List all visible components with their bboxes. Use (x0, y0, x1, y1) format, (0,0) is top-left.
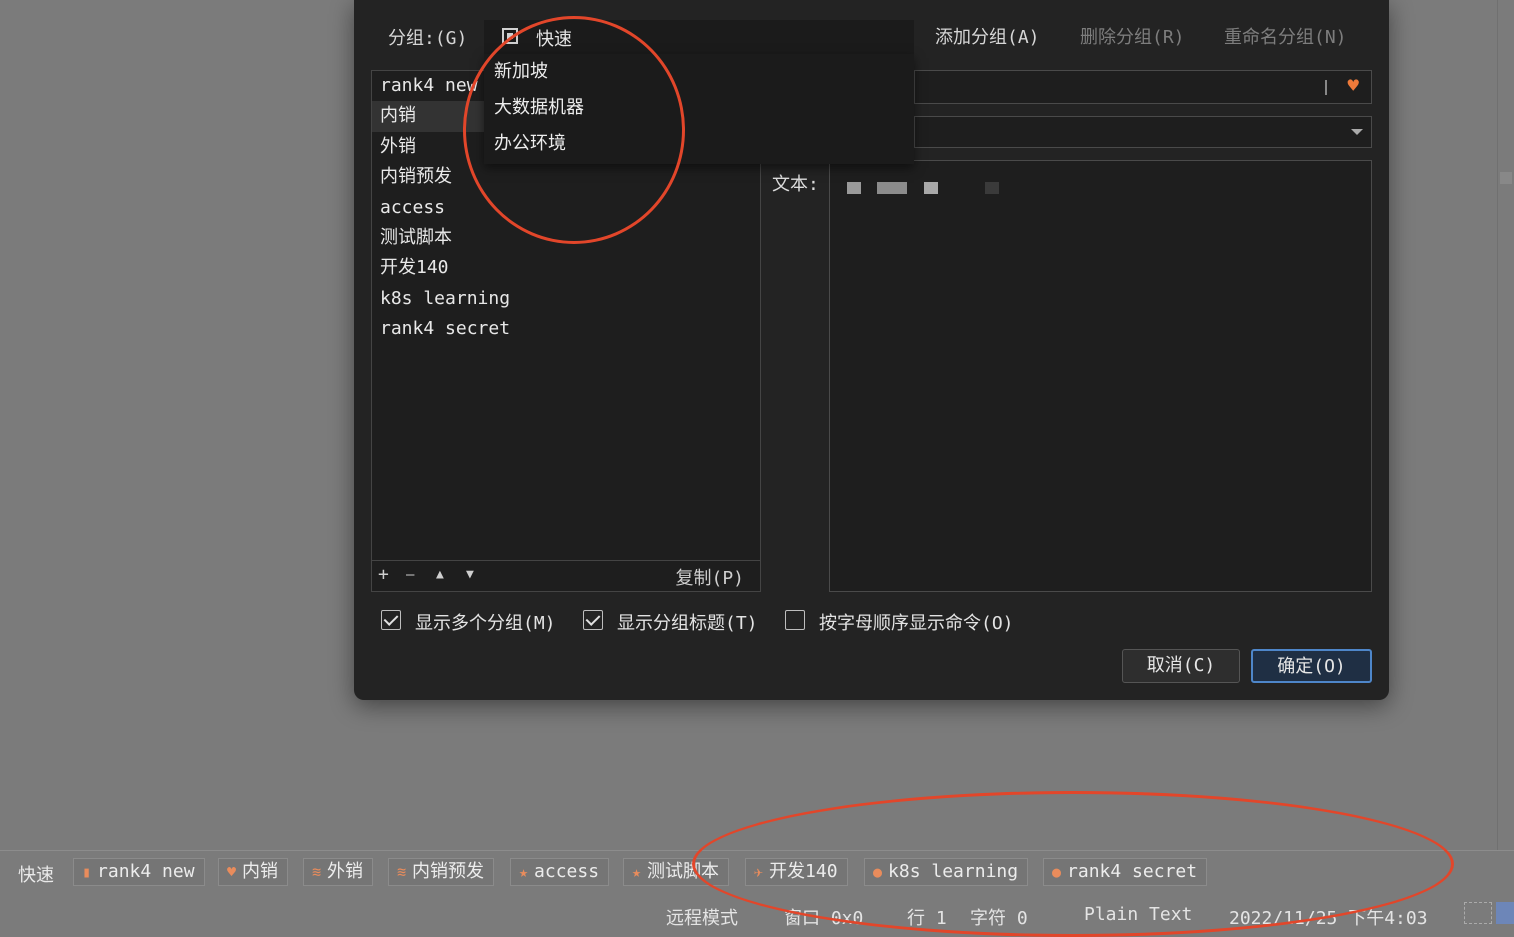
redacted-text (877, 182, 907, 194)
heart-icon: ♥ (227, 863, 237, 881)
group-select-value: 快速 (536, 29, 572, 50)
star-icon: ★ (632, 863, 642, 881)
quick-button-neixiao[interactable]: ♥ 内销 (218, 858, 289, 886)
checkbox-label: 按字母顺序显示命令(O) (819, 613, 1014, 634)
pin-icon: ● (873, 863, 883, 881)
app-icon[interactable] (1496, 902, 1514, 924)
redacted-text (985, 182, 999, 194)
wifi-icon: ≋ (397, 863, 407, 881)
rename-group-button[interactable]: 重命名分组(N) (1224, 23, 1347, 49)
group-icon (502, 28, 518, 44)
group-label: 分组:(G) (388, 28, 468, 49)
delete-group-button[interactable]: 删除分组(R) (1080, 23, 1185, 49)
heart-icon[interactable]: ♥ (1348, 75, 1359, 97)
move-down-button[interactable]: ▼ (466, 567, 474, 582)
vertical-scrollbar[interactable] (1497, 0, 1514, 850)
add-command-button[interactable]: + (378, 564, 389, 585)
button-label: k8s learning (888, 861, 1019, 882)
button-label: 内销 (242, 861, 279, 882)
quick-button-rank4-secret[interactable]: ● rank4 secret (1043, 858, 1208, 886)
quick-button-k8s-learning[interactable]: ● k8s learning (864, 858, 1029, 886)
button-label: 测试脚本 (647, 861, 720, 882)
button-label: 外销 (327, 861, 364, 882)
command-name-field[interactable]: ♥ (914, 70, 1372, 104)
wifi-icon: ≋ (312, 863, 322, 881)
move-up-button[interactable]: ▲ (436, 567, 444, 582)
checkbox-box[interactable] (785, 610, 805, 630)
dropdown-option[interactable]: 办公环境 (484, 126, 914, 162)
airplane-icon: ✈ (754, 863, 764, 881)
add-group-button[interactable]: 添加分组(A) (935, 23, 1040, 49)
redacted-text (847, 182, 861, 194)
star-icon: ★ (519, 863, 529, 881)
list-item[interactable]: 测试脚本 (372, 223, 760, 253)
list-toolbar: + — ▲ ▼ 复制(P) (372, 560, 760, 591)
quick-button-access[interactable]: ★ access (510, 858, 610, 886)
quick-button-test-script[interactable]: ★ 测试脚本 (623, 858, 730, 886)
cancel-button[interactable]: 取消(C) (1122, 649, 1240, 683)
dropdown-option[interactable]: 大数据机器 (484, 90, 914, 126)
button-label: rank4 new (97, 861, 195, 882)
button-label: rank4 secret (1067, 861, 1198, 882)
copy-button[interactable]: 复制(P) (675, 564, 744, 590)
pencil-icon[interactable] (1464, 902, 1492, 924)
bookmark-icon: ▮ (82, 863, 92, 881)
button-label: 内销预发 (412, 861, 485, 882)
checkbox-label: 显示分组标题(T) (617, 613, 758, 634)
remove-command-button[interactable]: — (406, 567, 414, 583)
checkbox-box[interactable] (381, 610, 401, 630)
button-bar-title: 快速 (18, 865, 54, 886)
quick-button-rank4-new[interactable]: ▮ rank4 new (73, 858, 205, 886)
status-line: 行 1 (907, 908, 947, 929)
text-cursor (1325, 80, 1327, 95)
status-mode: 远程模式 (666, 908, 738, 929)
button-group-dialog: 分组:(G) 添加分组(A) 删除分组(R) 重命名分组(N) rank4 ne… (354, 0, 1389, 700)
chevron-down-icon (1351, 129, 1363, 135)
quick-button-neixiao-yufa[interactable]: ≋ 内销预发 (388, 858, 495, 886)
list-item[interactable]: 内销预发 (372, 162, 760, 192)
status-chars: 字符 0 (970, 908, 1028, 929)
pin-icon: ● (1052, 863, 1062, 881)
status-datetime: 2022/11/25 下午4:03 (1229, 908, 1428, 929)
group-dropdown-menu: 新加坡 大数据机器 办公环境 (484, 54, 914, 164)
group-select[interactable]: 快速 (484, 20, 914, 54)
status-window: 窗口 0x0 (784, 908, 864, 929)
button-label: access (534, 861, 600, 882)
list-item[interactable]: rank4 secret (372, 314, 760, 344)
checkbox-label: 显示多个分组(M) (415, 613, 556, 634)
scrollbar-thumb[interactable] (1500, 172, 1512, 184)
list-item[interactable]: k8s learning (372, 284, 760, 314)
redacted-text (924, 182, 938, 194)
quick-button-waixiao[interactable]: ≋ 外销 (303, 858, 374, 886)
list-item[interactable]: access (372, 193, 760, 223)
command-text-area[interactable] (829, 160, 1372, 592)
action-select[interactable] (914, 116, 1372, 148)
status-bar: 远程模式 窗口 0x0 行 1 字符 0 Plain Text 2022/11/… (0, 898, 1514, 930)
checkbox-box[interactable] (583, 610, 603, 630)
quick-button-bar: 快速 ▮ rank4 new ♥ 内销 ≋ 外销 ≋ 内销预发 ★ access ★ 测试脚… (0, 850, 1514, 893)
dropdown-option[interactable]: 新加坡 (484, 54, 914, 90)
ok-button[interactable]: 确定(O) (1251, 649, 1372, 683)
list-item[interactable]: 开发140 (372, 253, 760, 283)
button-label: 开发140 (769, 861, 838, 882)
text-label: 文本: (772, 174, 819, 195)
quick-button-dev140[interactable]: ✈ 开发140 (745, 858, 848, 886)
status-syntax[interactable]: Plain Text (1084, 904, 1192, 925)
